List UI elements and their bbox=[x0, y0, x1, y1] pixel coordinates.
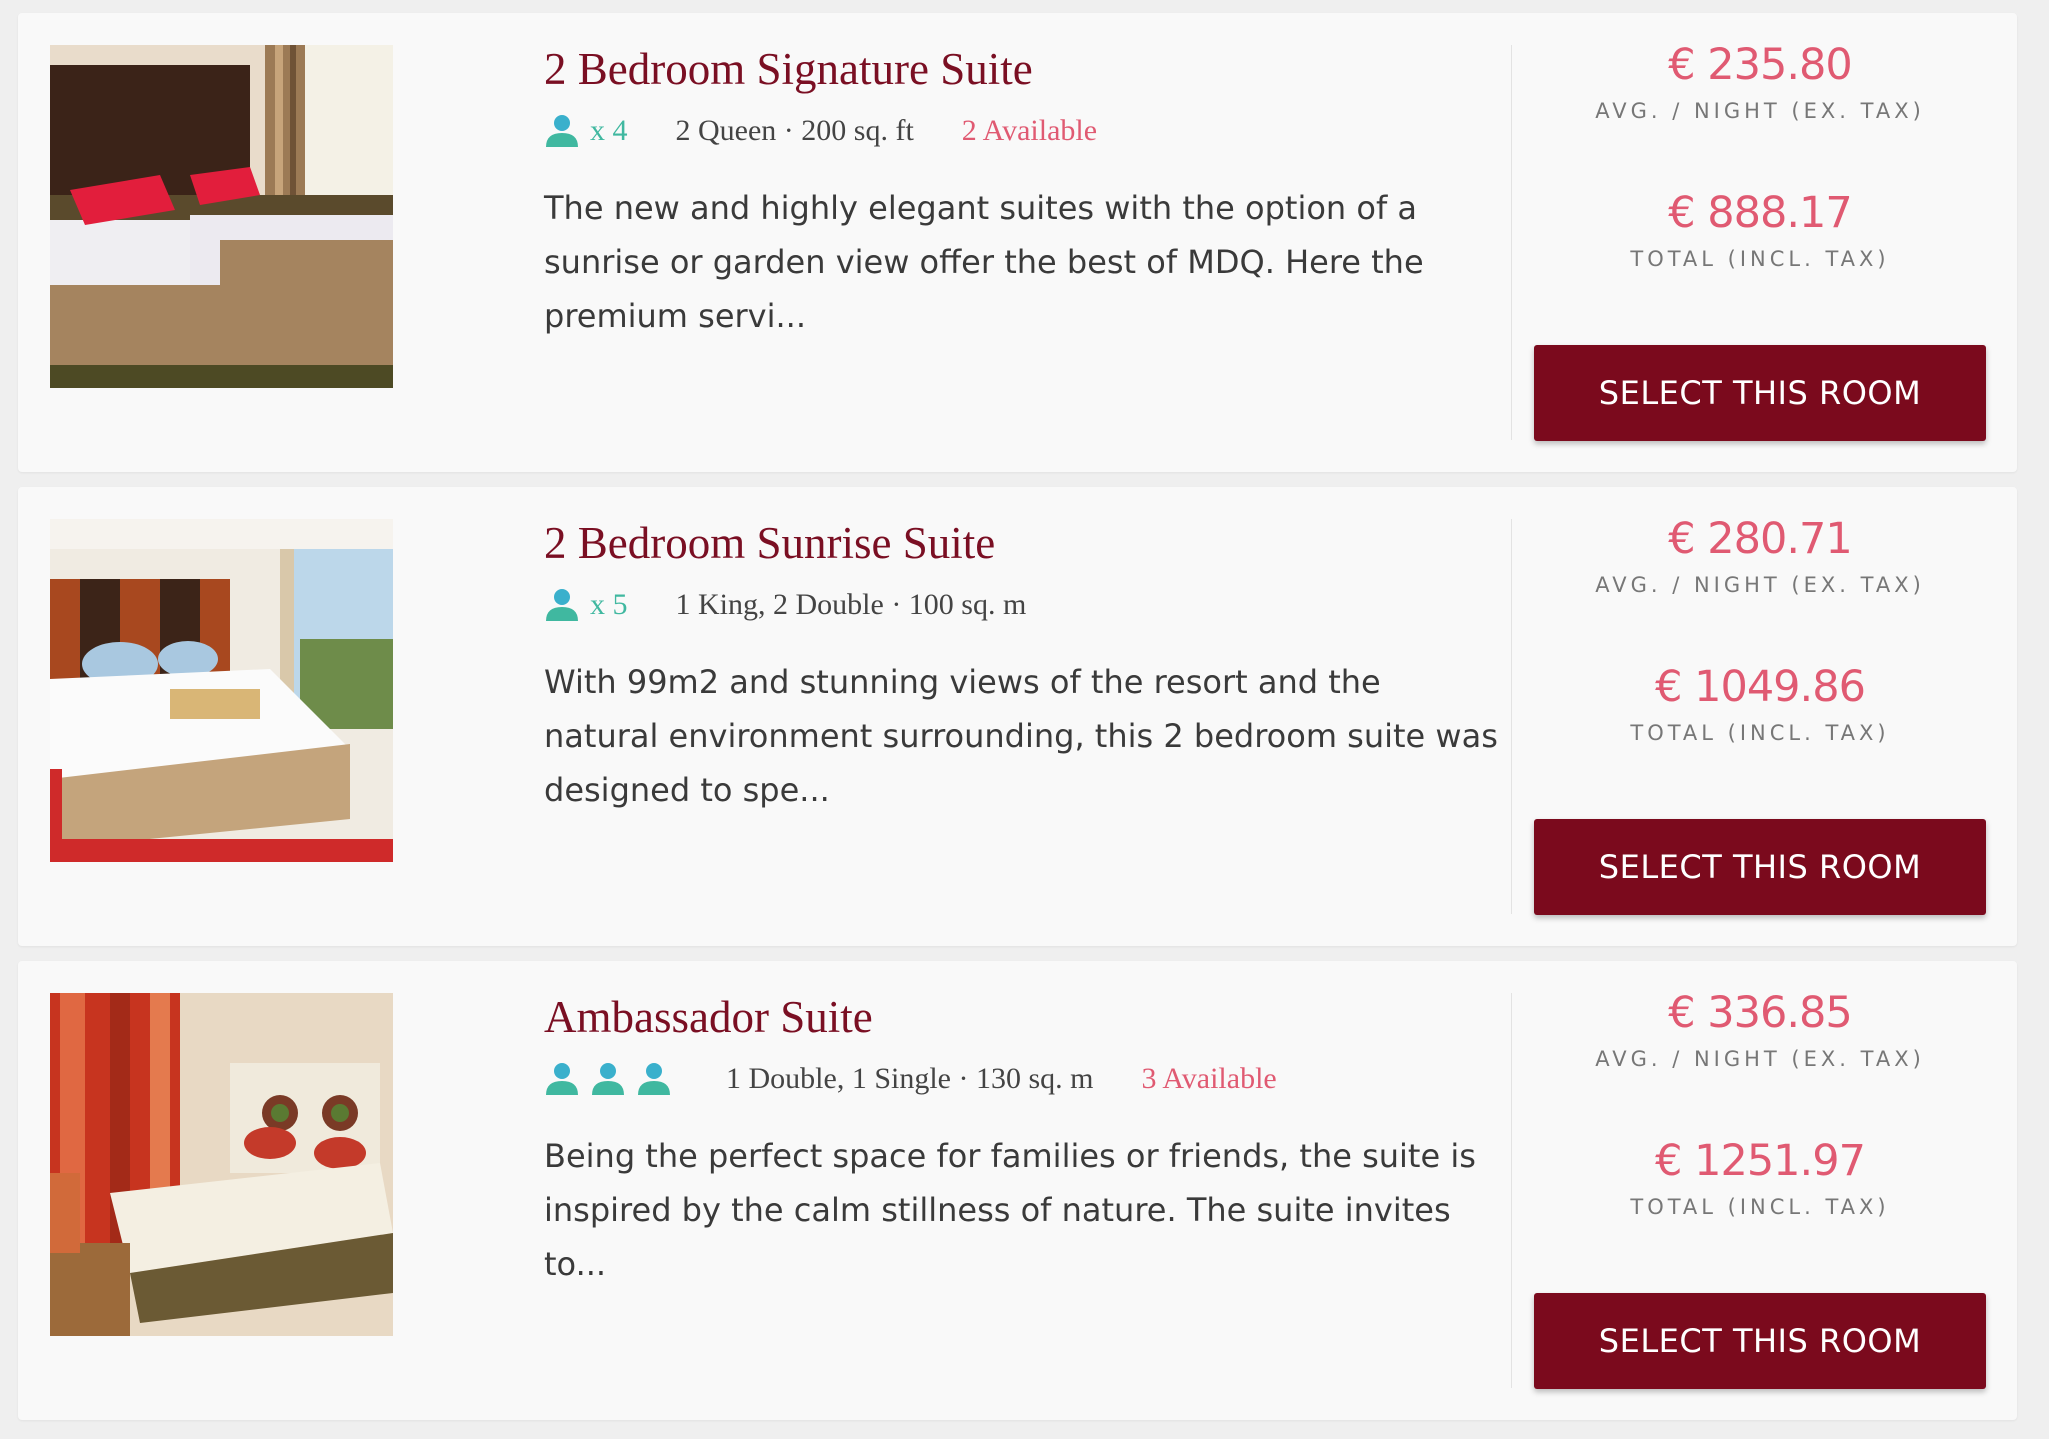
avg-price: € 336.85 bbox=[1668, 988, 1852, 1038]
room-meta: x 5 1 King, 2 Double · 100 sq. m bbox=[544, 583, 1504, 627]
room-meta: x 4 2 Queen · 200 sq. ft 2 Available bbox=[544, 109, 1504, 153]
avg-price: € 235.80 bbox=[1668, 40, 1852, 90]
bed-info: 1 Double, 1 Single · 130 sq. m bbox=[726, 1062, 1094, 1095]
avg-price-label: AVG. / NIGHT (EX. TAX) bbox=[1595, 1047, 1925, 1071]
select-room-button[interactable]: SELECT THIS ROOM bbox=[1534, 345, 1986, 441]
bed-info: 2 Queen · 200 sq. ft bbox=[675, 114, 914, 147]
total-price-label: TOTAL (INCL. TAX) bbox=[1630, 721, 1890, 745]
room-photo-image bbox=[50, 993, 393, 1336]
person-icon bbox=[544, 1061, 580, 1097]
room-meta: 1 Double, 1 Single · 130 sq. m 3 Availab… bbox=[544, 1057, 1504, 1101]
guest-capacity: x 4 bbox=[544, 113, 628, 149]
divider bbox=[1511, 45, 1512, 440]
room-photo-image bbox=[50, 45, 393, 388]
pricing: € 235.80 AVG. / NIGHT (EX. TAX) € 888.17… bbox=[1530, 35, 1990, 273]
person-icon bbox=[590, 1061, 626, 1097]
room-card: Ambassador Suite 1 Double, 1 Single · 13… bbox=[18, 961, 2017, 1420]
room-photo-image bbox=[50, 519, 393, 862]
room-photo[interactable] bbox=[50, 45, 393, 388]
room-description: Being the perfect space for families or … bbox=[544, 1137, 1476, 1283]
total-price-label: TOTAL (INCL. TAX) bbox=[1630, 1195, 1890, 1219]
pricing: € 336.85 AVG. / NIGHT (EX. TAX) € 1251.9… bbox=[1530, 983, 1990, 1221]
room-photo[interactable] bbox=[50, 993, 393, 1336]
avg-price-label: AVG. / NIGHT (EX. TAX) bbox=[1595, 99, 1925, 123]
room-title[interactable]: 2 Bedroom Sunrise Suite bbox=[544, 515, 1504, 571]
room-title[interactable]: 2 Bedroom Signature Suite bbox=[544, 41, 1504, 97]
room-description: With 99m2 and stunning views of the reso… bbox=[544, 663, 1498, 809]
guest-count: x 5 bbox=[590, 588, 628, 621]
guest-count: x 4 bbox=[590, 114, 628, 147]
select-room-button[interactable]: SELECT THIS ROOM bbox=[1534, 819, 1986, 915]
room-card: 2 Bedroom Signature Suite x 4 2 Queen · … bbox=[18, 13, 2017, 472]
avg-price: € 280.71 bbox=[1668, 514, 1852, 564]
room-card: 2 Bedroom Sunrise Suite x 5 1 King, 2 Do… bbox=[18, 487, 2017, 946]
availability: 3 Available bbox=[1141, 1062, 1277, 1095]
room-photo[interactable] bbox=[50, 519, 393, 862]
select-room-button[interactable]: SELECT THIS ROOM bbox=[1534, 1293, 1986, 1389]
availability: 2 Available bbox=[961, 114, 1098, 147]
divider bbox=[1511, 519, 1512, 914]
total-price: € 1049.86 bbox=[1655, 662, 1866, 712]
avg-price-label: AVG. / NIGHT (EX. TAX) bbox=[1595, 573, 1925, 597]
person-icon bbox=[636, 1061, 672, 1097]
person-icon bbox=[544, 113, 580, 149]
guest-capacity bbox=[544, 1061, 678, 1097]
bed-info: 1 King, 2 Double · 100 sq. m bbox=[675, 588, 1027, 621]
divider bbox=[1511, 993, 1512, 1388]
total-price: € 1251.97 bbox=[1655, 1136, 1866, 1186]
person-icon bbox=[544, 587, 580, 623]
pricing: € 280.71 AVG. / NIGHT (EX. TAX) € 1049.8… bbox=[1530, 509, 1990, 747]
total-price-label: TOTAL (INCL. TAX) bbox=[1630, 247, 1890, 271]
guest-capacity: x 5 bbox=[544, 587, 628, 623]
total-price: € 888.17 bbox=[1668, 188, 1852, 238]
room-description: The new and highly elegant suites with t… bbox=[544, 189, 1424, 335]
room-title[interactable]: Ambassador Suite bbox=[544, 989, 1504, 1045]
